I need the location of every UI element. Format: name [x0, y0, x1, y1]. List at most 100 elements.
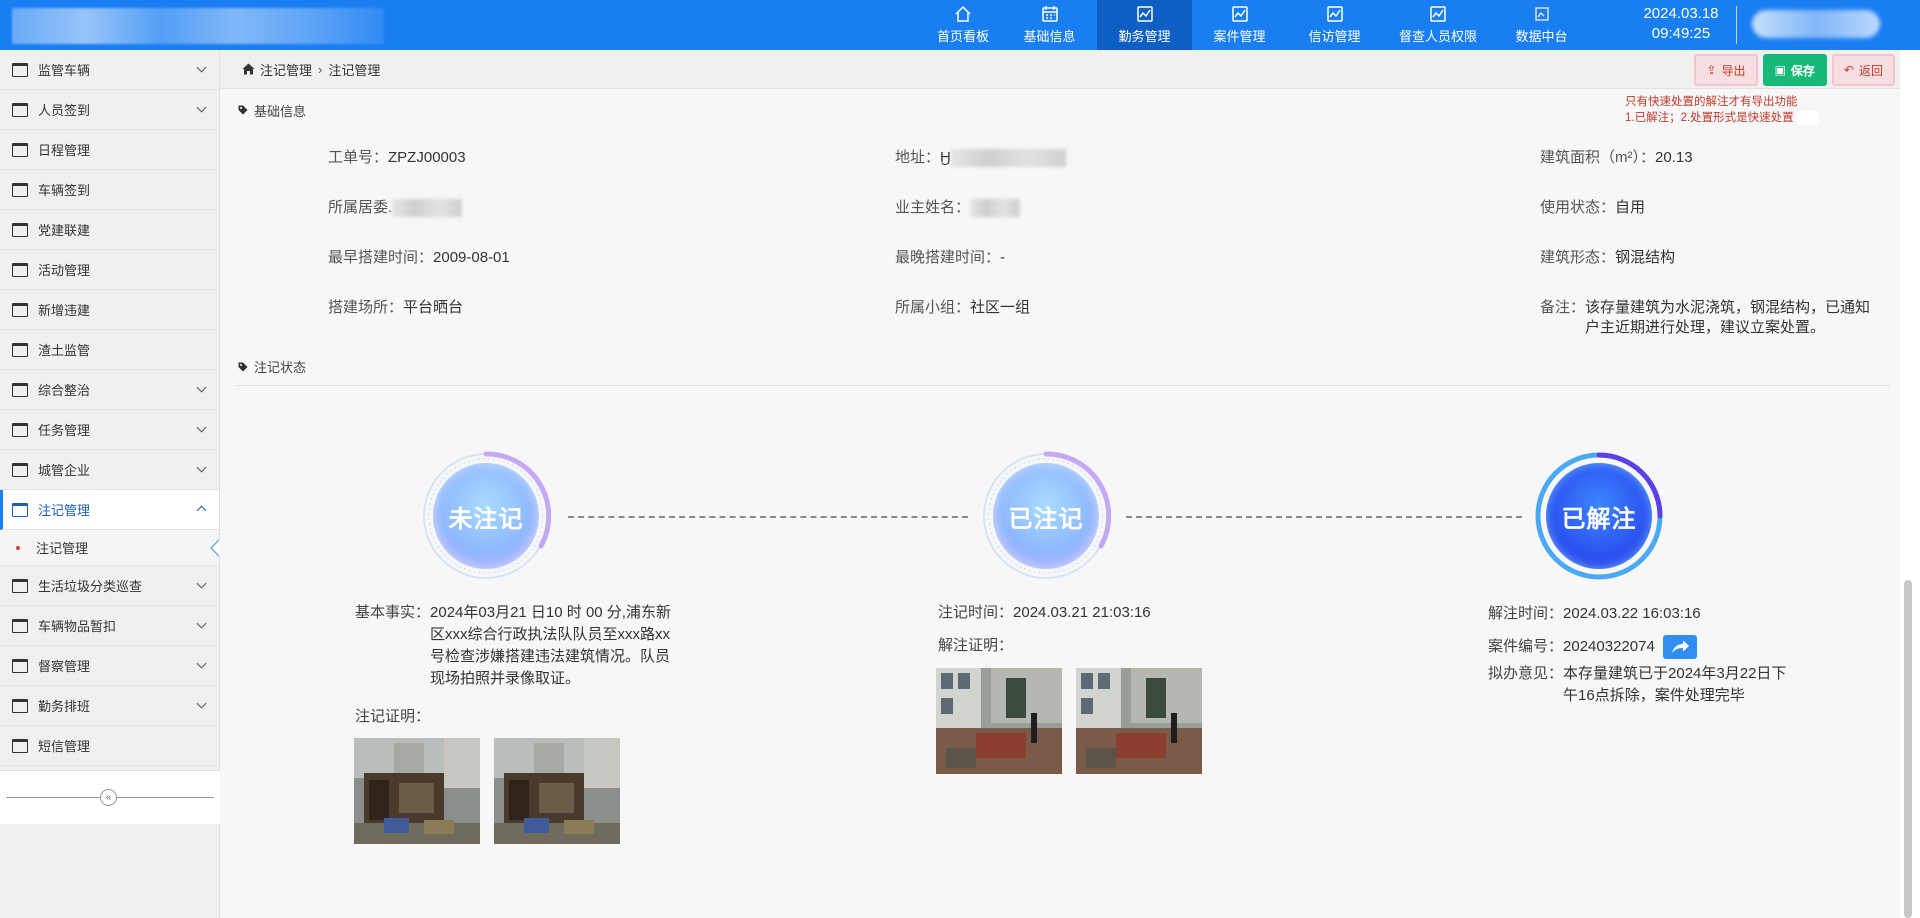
window-icon: [12, 738, 28, 753]
sidebar-item-supervision[interactable]: 督察管理: [0, 646, 219, 686]
sidebar-item-comprehensive[interactable]: 综合整治: [0, 370, 219, 410]
window-icon: [12, 658, 28, 673]
sidebar-item-detained-items[interactable]: 车辆物品暂扣: [0, 606, 219, 646]
info-value: ZPZJ00003: [388, 149, 466, 166]
annotation-time: 注记时间：2024.03.21 21:03:16: [938, 602, 1151, 624]
sidebar-item-sms[interactable]: 短信管理: [0, 726, 219, 766]
info-building-form: 建筑形态：钢混结构: [1540, 248, 1675, 268]
nav-data-center[interactable]: 数据中台: [1494, 0, 1589, 50]
proposed-opinion: 拟办意见： 本存量建筑已于2024年3月22日下午16点拆除，案件处理完毕: [1488, 663, 1793, 707]
shed-photo: [354, 738, 480, 844]
field-label: 案件编号：: [1488, 637, 1564, 655]
sidebar-item-muck-monitor[interactable]: 渣土监管: [0, 330, 219, 370]
sidebar-item-duty-roster[interactable]: 勤务排班: [0, 686, 219, 726]
info-label: 所属小组：: [895, 299, 971, 316]
sidebar-item-label: 新增违建: [38, 303, 91, 318]
main-content: 注记管理 › 注记管理 ⇪ 导出 ▣ 保存 ↶ 返回 只有快速处置的解注才有导出功能 …: [220, 50, 1900, 918]
evidence-photo[interactable]: [494, 738, 620, 844]
proof-photo[interactable]: [1076, 668, 1202, 774]
collapse-sidebar-button[interactable]: «: [100, 789, 117, 806]
window-icon: [12, 578, 28, 593]
open-case-button[interactable]: [1662, 635, 1697, 659]
sidebar-item-party-building[interactable]: 党建联建: [0, 210, 219, 250]
date-text: 2024.03.18: [1643, 5, 1719, 22]
nav-duty-management[interactable]: 勤务管理: [1097, 0, 1192, 50]
sidebar-item-label: 渣土监管: [38, 343, 91, 358]
annotated-details: 注记时间：2024.03.21 21:03:16 解注证明：: [938, 602, 1151, 657]
field-value: 2024年03月21 日10 时 00 分,浦东新区xxx综合行政执法队队员至x…: [430, 604, 671, 687]
nav-label: 信访管理: [1308, 29, 1361, 44]
vertical-scrollbar[interactable]: [1904, 580, 1912, 918]
sidebar-item-schedule[interactable]: 日程管理: [0, 130, 219, 170]
chevron-down-icon: [196, 658, 207, 669]
sidebar-item-annotation[interactable]: 注记管理: [0, 490, 219, 530]
field-value: 20240322074: [1563, 637, 1655, 655]
proof-photo[interactable]: [936, 668, 1062, 774]
breadcrumb: 注记管理 › 注记管理: [220, 50, 1900, 89]
window-icon: [12, 262, 28, 277]
chevron-down-icon: [196, 102, 207, 113]
sidebar-item-label: 监管车辆: [38, 63, 91, 78]
sidebar-subitem-annotation[interactable]: 注记管理: [0, 530, 220, 566]
field-label: 解注时间：: [1488, 605, 1564, 622]
user-menu[interactable]: [1752, 10, 1880, 38]
window-icon: [12, 422, 28, 437]
sidebar-item-new-illegal[interactable]: 新增违建: [0, 290, 219, 330]
breadcrumb-root[interactable]: 注记管理: [260, 60, 312, 79]
chart-icon: [1326, 5, 1344, 23]
nav-home-dashboard[interactable]: 首页看板: [924, 0, 1002, 50]
sidebar-item-vehicle-checkin[interactable]: 车辆签到: [0, 170, 219, 210]
info-use-status: 使用状态：自用: [1540, 198, 1645, 218]
info-order-number: 工单号：ZPZJ00003: [328, 148, 466, 168]
nav-case-management[interactable]: 案件管理: [1192, 0, 1287, 50]
nav-inspector-permissions[interactable]: 督查人员权限: [1382, 0, 1494, 50]
info-label: 业主姓名：: [895, 199, 971, 216]
back-button[interactable]: ↶ 返回: [1831, 54, 1895, 86]
window-icon: [12, 462, 28, 477]
shed-photo: [494, 738, 620, 844]
sidebar-item-label: 车辆物品暂扣: [38, 619, 117, 634]
export-button[interactable]: ⇪ 导出: [1694, 54, 1758, 86]
info-label: 所属居委.: [328, 199, 393, 216]
time-text: 09:49:25: [1651, 25, 1711, 42]
sidebar-item-garbage-inspection[interactable]: 生活垃圾分类巡查: [0, 566, 219, 606]
nav-label: 数据中台: [1515, 29, 1568, 44]
info-value: 社区一组: [970, 299, 1031, 316]
window-icon: [12, 618, 28, 633]
chevron-down-icon: [196, 422, 207, 433]
status-label: 已解注: [1546, 463, 1652, 569]
redacted-value: [970, 199, 1021, 218]
export-label: 导出: [1721, 63, 1746, 78]
sidebar-item-enterprises[interactable]: 城管企业: [0, 450, 219, 490]
sidebar-item-activities[interactable]: 活动管理: [0, 250, 219, 290]
sidebar-item-tasks[interactable]: 任务管理: [0, 410, 219, 450]
info-label: 备注：: [1540, 299, 1586, 316]
info-label: 搭建场所：: [328, 299, 404, 316]
chevron-down-icon: [196, 618, 207, 629]
info-value: 20.13: [1655, 149, 1693, 166]
nav-basic-info[interactable]: 基础信息: [1002, 0, 1097, 50]
sidebar-item-monitor-vehicles[interactable]: 监管车辆: [0, 50, 219, 90]
status-label: 未注记: [433, 463, 539, 569]
chevron-down-icon: [196, 382, 207, 393]
status-node-unannotated: 未注记: [421, 451, 551, 581]
chart-icon: [1429, 5, 1447, 23]
info-label: 使用状态：: [1540, 199, 1616, 216]
action-buttons: ⇪ 导出 ▣ 保存 ↶ 返回: [1694, 54, 1895, 86]
status-label: 已注记: [993, 463, 1099, 569]
evidence-photo[interactable]: [354, 738, 480, 844]
back-label: 返回: [1858, 63, 1883, 78]
sidebar-item-staff-checkin[interactable]: 人员签到: [0, 90, 219, 130]
nav-petition-management[interactable]: 信访管理: [1287, 0, 1382, 50]
window-icon: [12, 182, 28, 197]
field-label: 拟办意见：: [1488, 665, 1564, 682]
home-icon: [242, 63, 255, 75]
resolved-details: 解注时间：2024.03.22 16:03:16 案件编号：2024032207…: [1488, 603, 1793, 707]
sidebar: 监管车辆 人员签到 日程管理 车辆签到 党建联建 活动管理 新增违建 渣土监管 …: [0, 50, 220, 918]
sidebar-item-label: 日程管理: [38, 143, 91, 158]
info-value: -: [1000, 249, 1006, 266]
save-button[interactable]: ▣ 保存: [1762, 54, 1827, 86]
case-number: 案件编号：20240322074: [1488, 635, 1793, 659]
chevron-down-icon: [196, 462, 207, 473]
info-label: 建筑面积（m²）：: [1540, 149, 1655, 166]
